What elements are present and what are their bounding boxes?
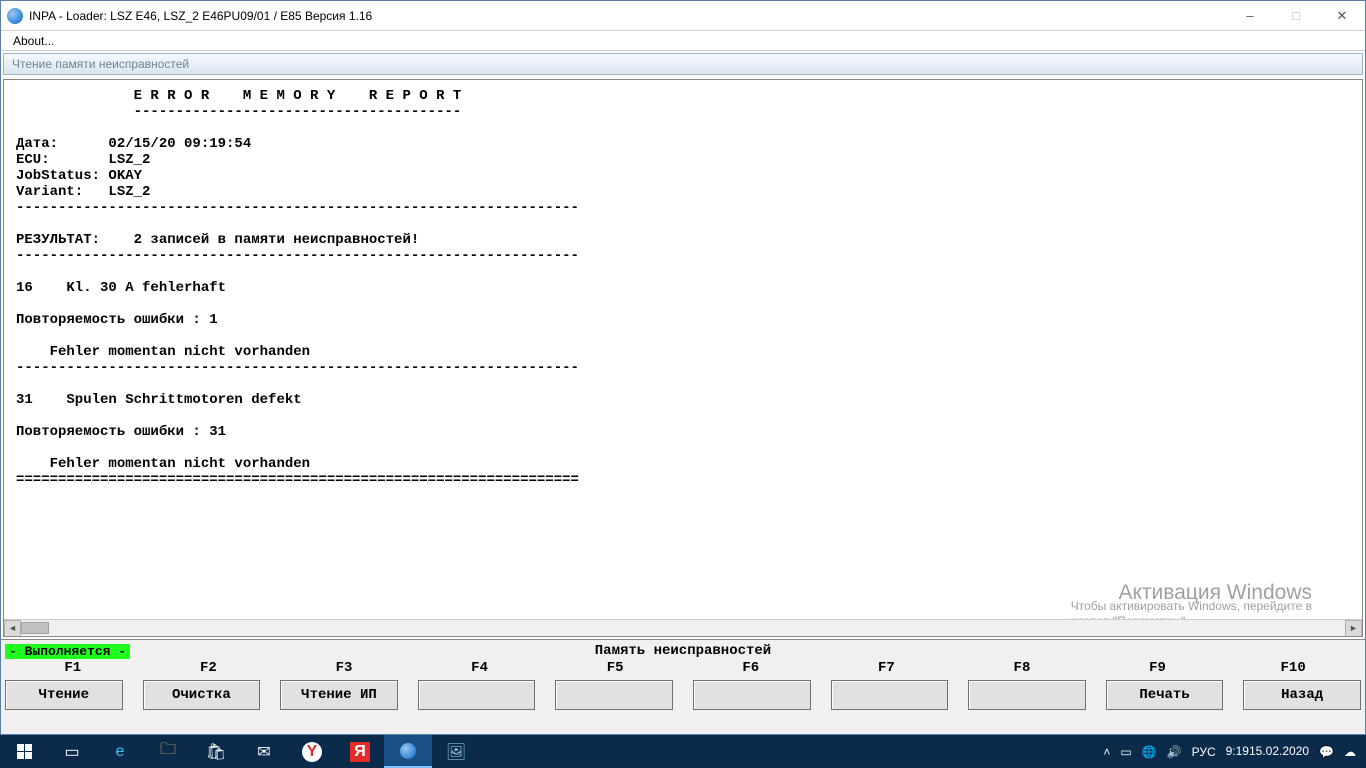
mail-icon[interactable]: ✉ xyxy=(240,735,288,768)
minimize-button[interactable]: – xyxy=(1227,1,1273,30)
scroll-track[interactable] xyxy=(21,620,1345,637)
f2-button[interactable]: Очистка xyxy=(143,680,261,710)
f4-button[interactable] xyxy=(418,680,536,710)
f7-label: F7 xyxy=(819,660,955,680)
fkey-buttons: Чтение Очистка Чтение ИП Печать Назад xyxy=(5,680,1361,710)
yandex-icon[interactable]: Я xyxy=(350,742,370,762)
f9-button[interactable]: Печать xyxy=(1106,680,1224,710)
f10-button[interactable]: Назад xyxy=(1243,680,1361,710)
language-indicator[interactable]: РУС xyxy=(1187,735,1221,768)
scroll-left-icon[interactable]: ◄ xyxy=(4,620,21,637)
horizontal-scrollbar[interactable]: ◄ ► xyxy=(4,619,1362,636)
titlebar: INPA - Loader: LSZ E46, LSZ_2 E46PU09/01… xyxy=(1,1,1365,31)
maximize-button[interactable]: □ xyxy=(1273,1,1319,30)
taskbar[interactable]: ▭ e 🗀 🛍 ✉ Y Я 🖼 ˄ ▭ 🌐 🔊 РУС 9:1915.02.20… xyxy=(0,735,1366,768)
app-icon xyxy=(7,8,23,24)
status-badge: - Выполняется - xyxy=(5,644,130,659)
f6-button[interactable] xyxy=(693,680,811,710)
bottom-panel: - Выполняется - Память неисправностей F1… xyxy=(1,639,1365,734)
scroll-right-icon[interactable]: ► xyxy=(1345,620,1362,637)
f4-label: F4 xyxy=(412,660,548,680)
app-window: INPA - Loader: LSZ E46, LSZ_2 E46PU09/01… xyxy=(0,0,1366,735)
fkey-labels: F1 F2 F3 F4 F5 F6 F7 F8 F9 F10 xyxy=(5,660,1361,680)
network-icon[interactable]: 🌐 xyxy=(1137,735,1162,768)
f5-button[interactable] xyxy=(555,680,673,710)
yandex-browser-icon[interactable]: Y xyxy=(302,742,322,762)
tray-chevron-icon[interactable]: ˄ xyxy=(1098,735,1115,768)
scroll-thumb[interactable] xyxy=(21,622,49,634)
f7-button[interactable] xyxy=(831,680,949,710)
f8-button[interactable] xyxy=(968,680,1086,710)
f1-button[interactable]: Чтение xyxy=(5,680,123,710)
battery-icon[interactable]: ▭ xyxy=(1115,735,1136,768)
f1-label: F1 xyxy=(5,660,141,680)
action-center-icon[interactable]: 💬 xyxy=(1314,735,1339,768)
status-row: - Выполняется - Память неисправностей xyxy=(5,642,1361,660)
window-controls: – □ ✕ xyxy=(1227,1,1365,30)
f3-button[interactable]: Чтение ИП xyxy=(280,680,398,710)
volume-icon[interactable]: 🔊 xyxy=(1162,735,1187,768)
clock[interactable]: 9:1915.02.2020 xyxy=(1221,735,1314,768)
start-button[interactable] xyxy=(0,735,48,768)
windows-activation-subtext: Чтобы активировать Windows, перейдите вр… xyxy=(1071,599,1312,619)
edge-icon[interactable]: e xyxy=(96,735,144,768)
onedrive-icon[interactable]: ☁ xyxy=(1339,735,1366,768)
f10-label: F10 xyxy=(1225,660,1361,680)
inpa-taskbar-icon[interactable] xyxy=(384,735,432,768)
store-icon[interactable]: 🛍 xyxy=(192,735,240,768)
f9-label: F9 xyxy=(1090,660,1226,680)
windows-activation-watermark: Активация Windows xyxy=(1118,581,1312,605)
content-wrap: E R R O R M E M O R Y R E P O R T ------… xyxy=(3,79,1363,637)
app-taskbar-icon[interactable]: 🖼 xyxy=(432,735,480,768)
f3-label: F3 xyxy=(276,660,412,680)
subheader: Чтение памяти неисправностей xyxy=(3,53,1363,75)
taskview-icon[interactable]: ▭ xyxy=(48,735,96,768)
f5-label: F5 xyxy=(547,660,683,680)
f8-label: F8 xyxy=(954,660,1090,680)
system-tray: ˄ ▭ 🌐 🔊 РУС 9:1915.02.2020 💬 ☁ xyxy=(1098,735,1366,768)
f2-label: F2 xyxy=(141,660,277,680)
report-text: E R R O R M E M O R Y R E P O R T ------… xyxy=(4,80,1362,496)
f6-label: F6 xyxy=(683,660,819,680)
report-area[interactable]: E R R O R M E M O R Y R E P O R T ------… xyxy=(4,80,1362,619)
explorer-icon[interactable]: 🗀 xyxy=(144,735,192,768)
close-button[interactable]: ✕ xyxy=(1319,1,1365,30)
window-title: INPA - Loader: LSZ E46, LSZ_2 E46PU09/01… xyxy=(29,9,1227,23)
status-center: Память неисправностей xyxy=(595,643,771,659)
menubar: About... xyxy=(1,31,1365,51)
menu-about[interactable]: About... xyxy=(7,33,60,49)
